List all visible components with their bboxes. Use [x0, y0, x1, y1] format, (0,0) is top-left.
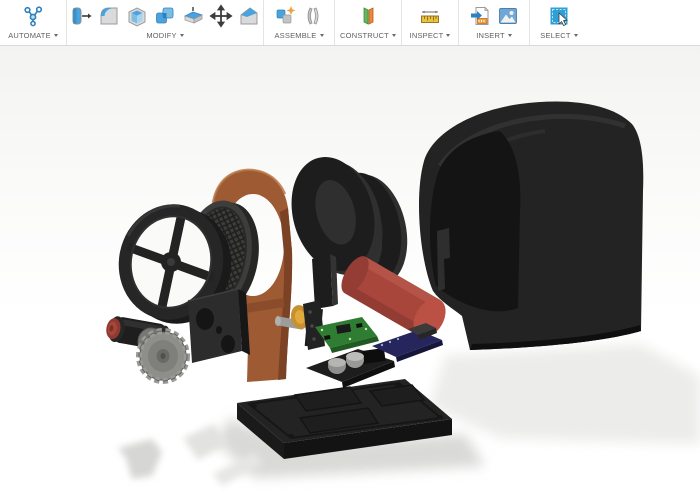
toolbar-section-select: SELECT — [530, 0, 588, 45]
measure-icon[interactable] — [417, 3, 443, 29]
combine-icon[interactable] — [152, 3, 178, 29]
chevron-down-icon — [319, 34, 324, 37]
toolbar-label-text: INSPECT — [409, 31, 444, 40]
cover-shell-part[interactable] — [418, 101, 644, 350]
joint-icon[interactable] — [300, 3, 326, 29]
toolbar-section-automate: AUTOMATE — [0, 0, 67, 45]
insert-file-icon[interactable] — [467, 3, 493, 29]
new-component-icon[interactable] — [272, 3, 298, 29]
shell-icon[interactable] — [124, 3, 150, 29]
toolbar-section-construct: CONSTRUCT — [335, 0, 402, 45]
driver-board-part[interactable] — [306, 347, 395, 388]
toolbar-section-modify: MODIFY — [67, 0, 264, 45]
move-copy-icon[interactable] — [208, 3, 234, 29]
mount-plate-part[interactable] — [187, 288, 250, 363]
chevron-down-icon — [53, 34, 58, 37]
gearbox-part[interactable] — [136, 327, 190, 384]
toolbar-section-inspect: INSPECT — [402, 0, 459, 45]
canvas-image-icon[interactable] — [495, 3, 521, 29]
toolbar-label-construct[interactable]: CONSTRUCT — [340, 31, 396, 40]
green-pcb-part[interactable] — [315, 317, 379, 353]
chevron-down-icon — [573, 34, 578, 37]
toolbar: AUTOMATE MODIFY ASSEMBLE CONSTRUCT INSPE… — [0, 0, 700, 46]
chevron-down-icon — [446, 34, 451, 37]
toolbar-label-text: MODIFY — [146, 31, 177, 40]
select-box-icon[interactable] — [546, 3, 572, 29]
toolbar-label-text: AUTOMATE — [8, 31, 51, 40]
toolbar-section-insert: INSERT — [459, 0, 530, 45]
fillet-icon[interactable] — [96, 3, 122, 29]
toolbar-label-insert[interactable]: INSERT — [476, 31, 512, 40]
toolbar-label-text: INSERT — [476, 31, 505, 40]
chevron-down-icon — [391, 34, 396, 37]
construction-plane-icon[interactable] — [355, 3, 381, 29]
toolbar-label-select[interactable]: SELECT — [540, 31, 578, 40]
toolbar-label-assemble[interactable]: ASSEMBLE — [274, 31, 324, 40]
toolbar-label-modify[interactable]: MODIFY — [146, 31, 184, 40]
chevron-down-icon — [507, 34, 512, 37]
toolbar-label-text: CONSTRUCT — [340, 31, 389, 40]
press-pull-icon[interactable] — [68, 3, 94, 29]
toolbar-label-inspect[interactable]: INSPECT — [410, 31, 451, 40]
toolbar-label-text: ASSEMBLE — [274, 31, 317, 40]
chevron-down-icon — [179, 34, 184, 37]
toolbar-label-automate[interactable]: AUTOMATE — [8, 31, 58, 40]
toolbar-label-text: SELECT — [540, 31, 571, 40]
chamfer-icon[interactable] — [236, 3, 262, 29]
exploded-assembly — [106, 101, 700, 486]
viewport-canvas[interactable] — [0, 46, 700, 495]
offset-face-icon[interactable] — [180, 3, 206, 29]
automate-icon[interactable] — [20, 3, 46, 29]
toolbar-section-assemble: ASSEMBLE — [264, 0, 335, 45]
